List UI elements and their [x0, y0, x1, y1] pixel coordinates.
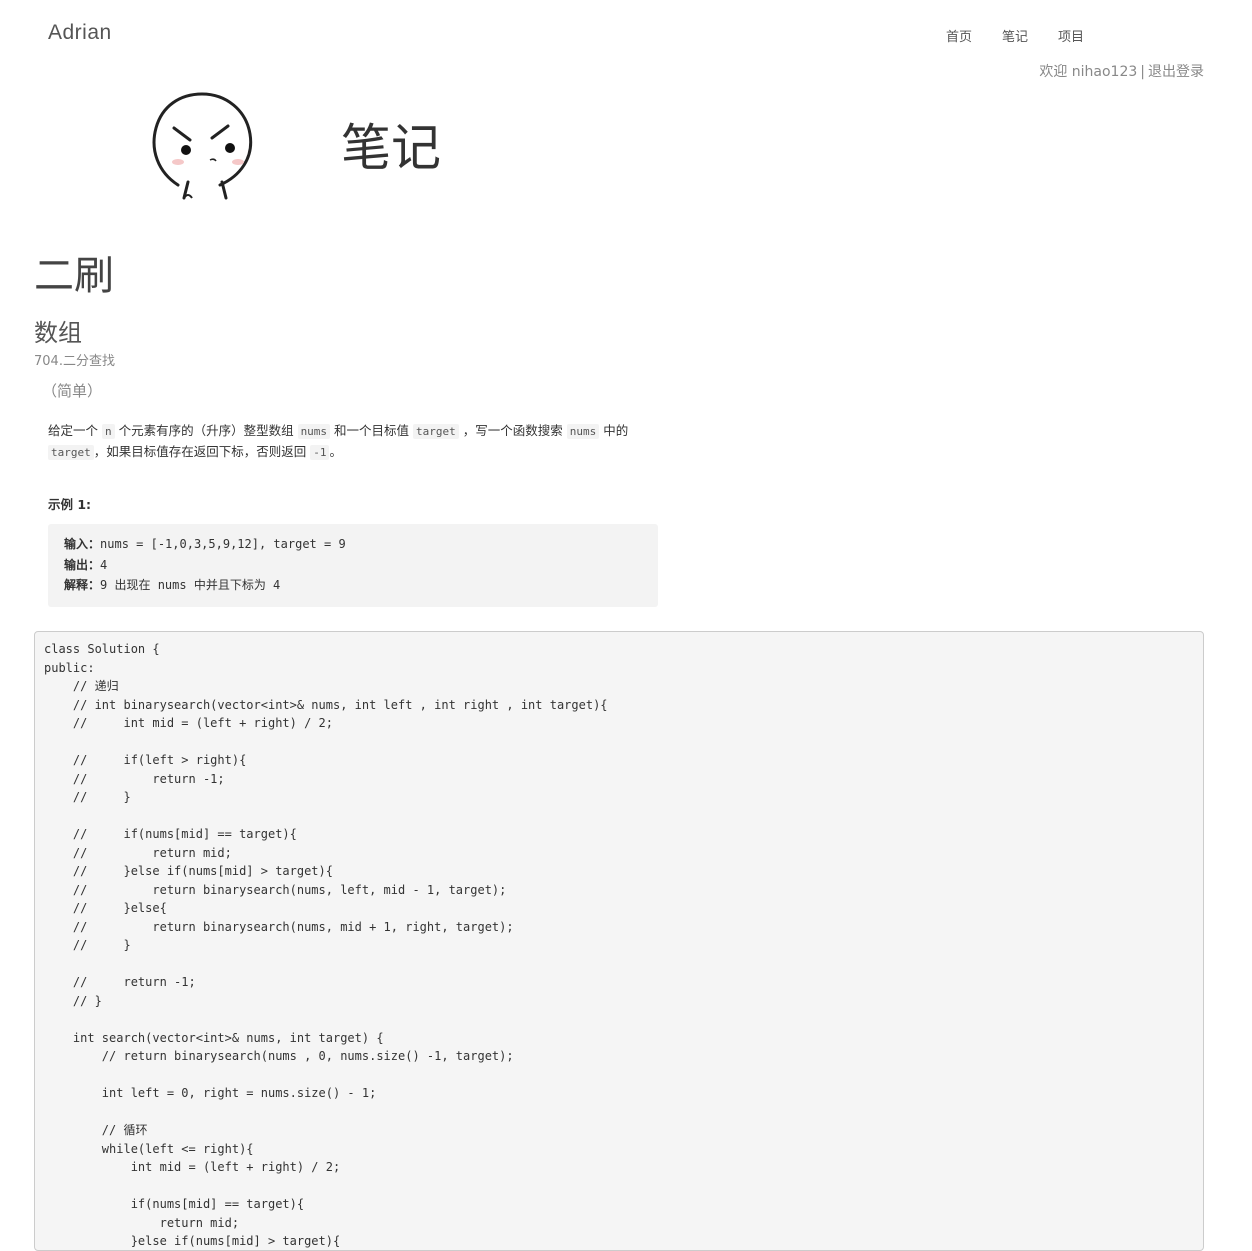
desc-text: ，写一个函数搜索	[458, 423, 567, 438]
example-output-line: 输出：4	[64, 557, 108, 572]
desc-text: 个元素有序的（升序）整型数组	[114, 423, 298, 438]
code-block: class Solution { public: // 递归 // int bi…	[34, 631, 1204, 1251]
section-heading: 二刷	[34, 253, 114, 299]
nav-brand[interactable]: Adrian	[48, 21, 112, 45]
inline-code: nums	[297, 424, 331, 439]
example-title: 示例 1:	[48, 497, 92, 512]
example-input-value: nums = [-1,0,3,5,9,12], target = 9	[100, 537, 346, 551]
problem-description: 给定一个 n 个元素有序的（升序）整型数组 nums 和一个目标值 target…	[48, 421, 658, 463]
user-bar-separator: |	[1140, 64, 1145, 80]
example-input-label: 输入	[64, 537, 89, 551]
nav-links: 首页 笔记 项目	[946, 26, 1114, 45]
problem-link[interactable]: 704.二分查找	[34, 350, 115, 369]
desc-text: 。	[329, 444, 342, 459]
nav-link-projects[interactable]: 项目	[1058, 26, 1084, 45]
example-explain-line: 解释：9 出现在 nums 中并且下标为 4	[64, 578, 281, 592]
logout-link[interactable]: 退出登录	[1148, 64, 1204, 80]
inline-code: target	[413, 424, 459, 439]
desc-text: 和一个目标值	[330, 423, 414, 438]
example-output-value: 4	[100, 557, 108, 572]
desc-text: 给定一个	[48, 423, 102, 438]
desc-text: 中的	[599, 423, 629, 438]
nav-link-home[interactable]: 首页	[946, 26, 972, 45]
nav-link-notes[interactable]: 笔记	[1002, 26, 1028, 45]
example-explain-label: 解释	[64, 578, 89, 592]
user-bar: 欢迎 nihao123 | 退出登录	[1039, 61, 1204, 81]
difficulty-label: （简单）	[42, 382, 103, 400]
desc-text: ，如果目标值存在返回下标，否则返回	[93, 444, 311, 459]
example-input-line: 输入：nums = [-1,0,3,5,9,12], target = 9	[64, 537, 346, 551]
inline-code: n	[101, 424, 115, 439]
inline-code: target	[48, 445, 94, 460]
example-explain-value: 9 出现在 nums 中并且下标为 4	[100, 578, 281, 592]
inline-code: nums	[566, 424, 600, 439]
example-output-label: 输出	[64, 557, 89, 572]
example-box: 输入：nums = [-1,0,3,5,9,12], target = 9 输出…	[48, 524, 658, 607]
subsection-heading: 数组	[34, 319, 82, 347]
page-title: 笔记	[341, 119, 441, 177]
welcome-text: 欢迎 nihao123	[1039, 64, 1138, 80]
inline-code: -1	[310, 445, 330, 460]
avatar	[152, 92, 253, 200]
